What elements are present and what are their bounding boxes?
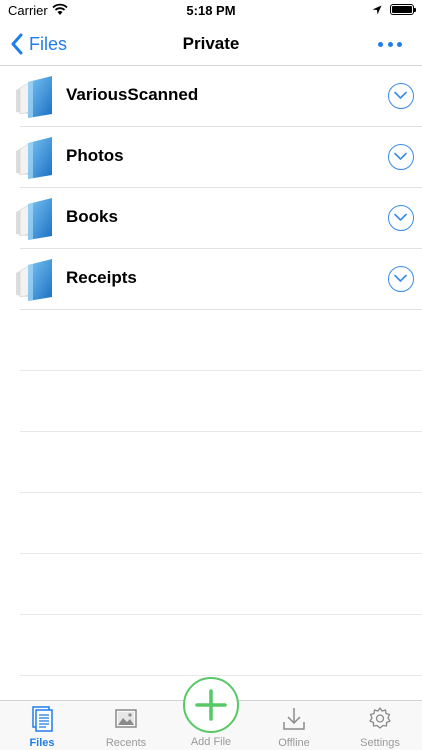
add-file-button[interactable]: [183, 677, 239, 733]
tab-label: Offline: [278, 737, 310, 749]
separator-line: [20, 371, 422, 432]
tab-label: Files: [29, 737, 55, 749]
folder-options-button[interactable]: [388, 266, 414, 292]
more-dot-icon: [387, 41, 393, 47]
folder-row[interactable]: Receipts: [16, 249, 422, 310]
page-title: Private: [182, 34, 240, 53]
tab-offline[interactable]: Offline: [252, 701, 336, 750]
folder-name: VariousScanned: [66, 85, 199, 104]
more-options-button[interactable]: [378, 37, 402, 51]
folder-icon: [16, 137, 52, 179]
chevron-down-icon: [394, 91, 407, 99]
folder-row[interactable]: VariousScanned: [16, 66, 422, 127]
tab-label: Recents: [105, 737, 147, 749]
tab-settings[interactable]: Settings: [338, 701, 422, 750]
folder-row[interactable]: Photos: [16, 127, 422, 188]
folder-options-button[interactable]: [388, 205, 414, 231]
add-file-label: Add File: [190, 736, 232, 748]
separator-line: [20, 615, 422, 676]
more-dot-icon: [378, 41, 383, 47]
folder-row[interactable]: Books: [16, 188, 422, 249]
folder-icon: [16, 76, 52, 118]
tab-files[interactable]: Files: [0, 701, 84, 750]
folder-name: Photos: [66, 146, 124, 165]
status-bar: Carrier 5:18 PM: [0, 0, 422, 22]
chevron-down-icon: [394, 152, 407, 160]
separator-line: [20, 493, 422, 554]
tab-recents[interactable]: Recents: [84, 701, 168, 750]
tab-label: Settings: [360, 737, 400, 749]
download-icon: [283, 708, 305, 730]
empty-list-area: [20, 310, 422, 676]
folder-options-button[interactable]: [388, 144, 414, 170]
folder-icon: [16, 198, 52, 240]
separator-line: [20, 310, 422, 371]
files-icon: [32, 706, 53, 732]
separator-line: [20, 554, 422, 615]
clock: 5:18 PM: [186, 3, 236, 18]
gear-icon: [369, 707, 391, 729]
more-dot-icon: [397, 41, 402, 47]
folder-name: Receipts: [66, 268, 137, 287]
folder-options-button[interactable]: [388, 83, 414, 109]
navigation-bar: Files Private: [0, 22, 422, 66]
location-arrow-icon: [372, 5, 382, 15]
folder-list: VariousScanned Photos Books Receipts: [0, 66, 422, 310]
chevron-down-icon: [394, 213, 407, 221]
folder-name: Books: [66, 207, 118, 226]
photos-icon: [115, 709, 137, 728]
plus-icon: [195, 689, 227, 721]
folder-icon: [16, 259, 52, 301]
battery-icon: [390, 4, 416, 15]
separator-line: [20, 432, 422, 493]
chevron-down-icon: [394, 274, 407, 282]
